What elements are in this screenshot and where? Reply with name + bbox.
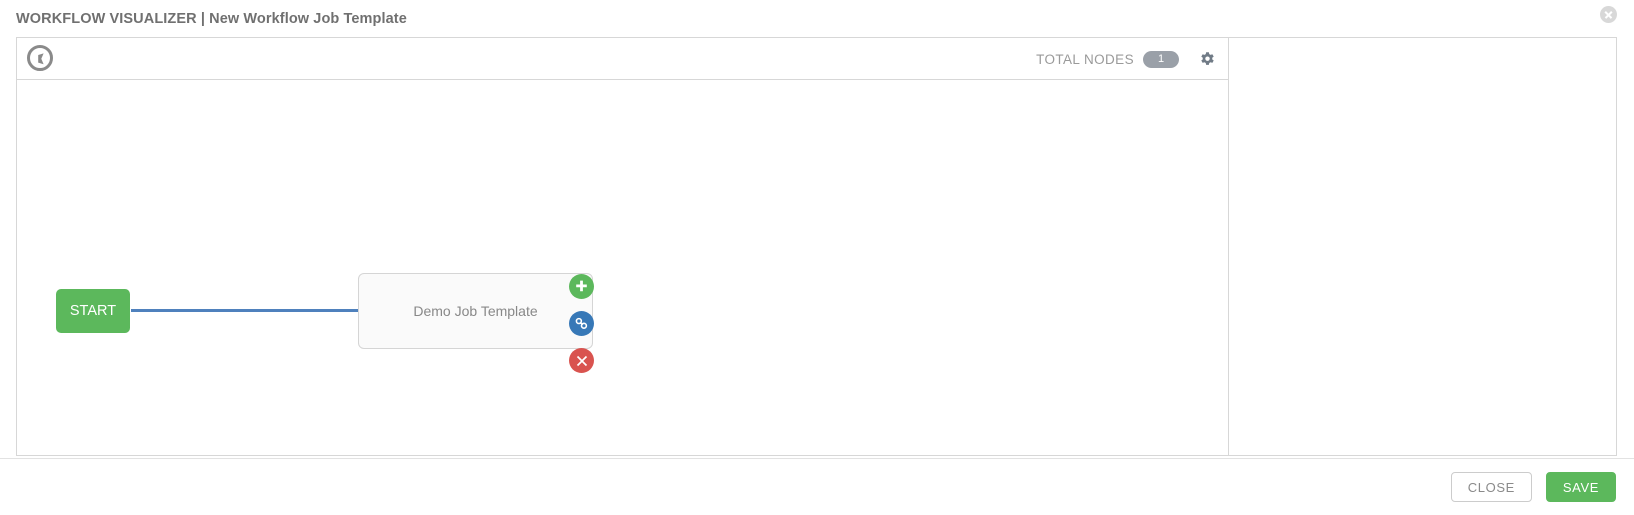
link-node-button[interactable] — [569, 311, 594, 336]
canvas-toolbar: TOTAL NODES 1 — [17, 38, 1228, 80]
total-nodes-label: TOTAL NODES — [1036, 51, 1134, 67]
delete-node-button[interactable] — [569, 348, 594, 373]
workflow-canvas[interactable]: START Demo Job Template — [17, 80, 1228, 455]
total-nodes-badge: 1 — [1143, 50, 1179, 68]
close-button[interactable]: CLOSE — [1450, 472, 1532, 502]
compass-icon[interactable] — [25, 43, 55, 73]
workflow-side-panel — [1229, 38, 1616, 455]
workflow-node[interactable]: Demo Job Template — [358, 273, 593, 349]
modal-footer: CLOSE SAVE — [0, 458, 1634, 515]
page-title: WORKFLOW VISUALIZER | New Workflow Job T… — [16, 11, 407, 27]
footer-button-group: CLOSE SAVE — [1450, 472, 1616, 502]
modal-header: WORKFLOW VISUALIZER | New Workflow Job T… — [0, 0, 1634, 38]
workflow-visualizer-panel: TOTAL NODES 1 START Demo Job Template — [16, 37, 1617, 456]
add-node-button[interactable] — [569, 274, 594, 299]
start-node-label: START — [69, 303, 117, 319]
start-node[interactable]: START — [56, 289, 130, 333]
gear-icon[interactable] — [1198, 50, 1216, 68]
workflow-edge — [131, 309, 358, 312]
close-icon[interactable] — [1600, 6, 1617, 23]
workflow-canvas-column: TOTAL NODES 1 START Demo Job Template — [17, 38, 1229, 455]
workflow-node-label: Demo Job Template — [413, 303, 538, 319]
canvas-toolbar-right: TOTAL NODES 1 — [1036, 38, 1218, 80]
save-button[interactable]: SAVE — [1545, 472, 1616, 502]
